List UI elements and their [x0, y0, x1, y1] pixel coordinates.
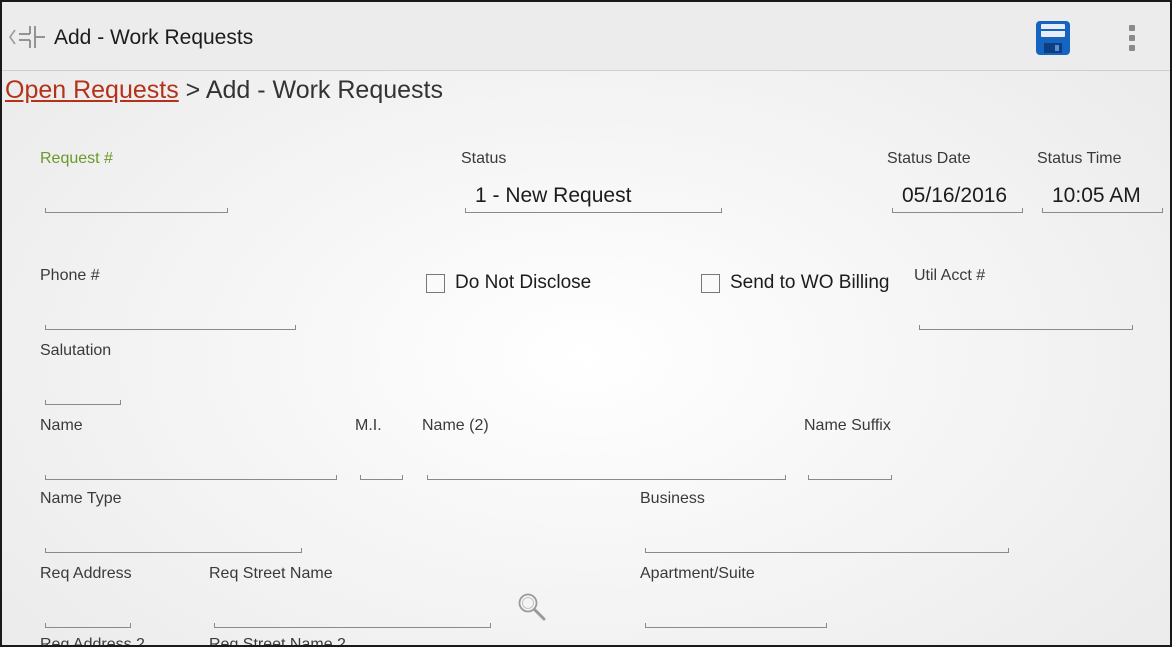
breadcrumb-current: Add - Work Requests — [205, 76, 443, 104]
checkbox-box[interactable] — [426, 273, 445, 293]
name2-label: Name (2) — [422, 417, 489, 434]
request-number-field[interactable] — [45, 198, 228, 213]
req-address-label: Req Address — [40, 565, 132, 582]
overflow-menu-icon[interactable] — [1122, 22, 1142, 54]
status-date-field[interactable]: 05/16/2016 — [892, 184, 1023, 213]
req-address2-label: Req Address 2 — [40, 636, 145, 647]
request-number-label: Request # — [40, 150, 113, 167]
name-suffix-label: Name Suffix — [804, 417, 891, 434]
status-field[interactable]: 1 - New Request — [465, 184, 722, 213]
status-date-label: Status Date — [887, 150, 971, 167]
do-not-disclose-label: Do Not Disclose — [455, 272, 592, 293]
app-title: Add - Work Requests — [54, 26, 254, 49]
do-not-disclose-checkbox[interactable]: Do Not Disclose — [426, 272, 591, 294]
salutation-field[interactable] — [45, 390, 121, 405]
mi-field[interactable] — [360, 465, 403, 480]
app-frame: Add - Work Requests Open Requests > Add … — [0, 0, 1172, 647]
req-street-name2-label: Req Street Name 2 — [209, 636, 346, 647]
breadcrumb: Open Requests > Add - Work Requests — [5, 76, 443, 105]
send-to-wo-billing-checkbox[interactable]: Send to WO Billing — [701, 272, 889, 294]
name-type-field[interactable] — [45, 538, 302, 553]
business-label: Business — [640, 490, 705, 507]
name-type-label: Name Type — [40, 490, 122, 507]
status-time-field[interactable]: 10:05 AM — [1042, 184, 1163, 213]
mi-label: M.I. — [355, 417, 382, 434]
business-field[interactable] — [645, 538, 1009, 553]
name2-field[interactable] — [427, 465, 786, 480]
send-to-wo-billing-label: Send to WO Billing — [730, 272, 890, 293]
phone-label: Phone # — [40, 267, 100, 284]
status-label: Status — [461, 150, 507, 167]
checkbox-box[interactable] — [701, 273, 720, 293]
breadcrumb-separator: > — [178, 76, 206, 104]
phone-field[interactable] — [45, 315, 296, 330]
status-value: 1 - New Request — [475, 184, 632, 207]
apartment-suite-label: Apartment/Suite — [640, 565, 755, 582]
back-icon[interactable] — [8, 24, 50, 50]
salutation-label: Salutation — [40, 342, 112, 359]
util-acct-label: Util Acct # — [914, 267, 986, 284]
status-time-value: 10:05 AM — [1052, 184, 1141, 207]
apartment-suite-field[interactable] — [645, 613, 827, 628]
name-suffix-field[interactable] — [808, 465, 892, 480]
app-bar: Add - Work Requests — [2, 2, 1170, 71]
req-street-name-field[interactable] — [214, 613, 491, 628]
save-icon[interactable] — [1035, 20, 1071, 56]
name-label: Name — [40, 417, 83, 434]
req-address-field[interactable] — [45, 613, 131, 628]
req-street-name-label: Req Street Name — [209, 565, 333, 582]
util-acct-field[interactable] — [919, 315, 1133, 330]
name-field[interactable] — [45, 465, 337, 480]
breadcrumb-link-open-requests[interactable]: Open Requests — [5, 76, 179, 104]
status-time-label: Status Time — [1037, 150, 1122, 167]
search-icon[interactable] — [516, 591, 548, 623]
status-date-value: 05/16/2016 — [902, 184, 1008, 207]
